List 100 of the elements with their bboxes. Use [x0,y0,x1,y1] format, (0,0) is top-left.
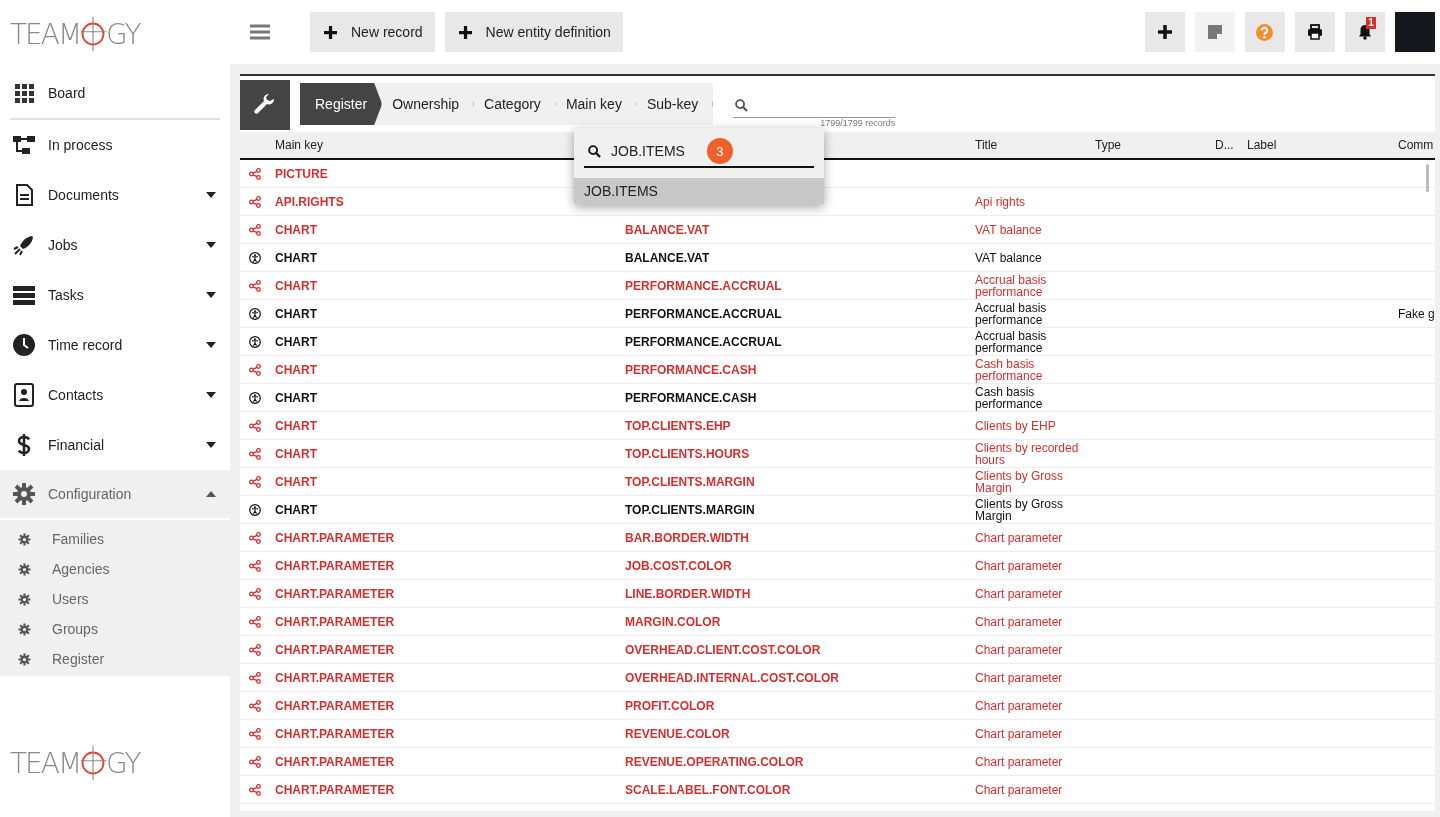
share-icon [249,475,261,488]
table-cell: Fake g [1398,306,1435,321]
table-cell-text: CHART [275,447,318,460]
menu-icon[interactable] [250,24,270,40]
caret-icon [206,392,216,398]
nav-subitem[interactable]: Register [0,644,230,674]
table-cell: Chart parameter [975,754,1063,769]
table-cell-text: CHART [275,279,318,292]
nav-subitem[interactable]: Users [0,584,230,614]
contact-card-icon [12,383,36,407]
add-button[interactable] [1144,12,1185,52]
scrollbar-thumb[interactable] [1425,164,1429,192]
table-cell-text: CHART.PARAMETER [275,531,396,544]
help-button[interactable] [1244,12,1285,52]
toolbar-button[interactable]: New entity definition [444,12,623,52]
table-cell: Clients by recorded hours [975,440,1079,467]
column-header[interactable]: Comm [1398,138,1435,152]
avatar-photo-placeholder[interactable] [1394,12,1435,52]
nav-subitem[interactable]: Families [0,524,230,554]
nav-subitem[interactable]: Agencies [0,554,230,584]
table-cell: PERFORMANCE.CASH [625,362,757,377]
column-header[interactable]: D... [1215,138,1247,152]
share-icon [249,559,261,572]
accessibility-icon [249,503,261,516]
table-cell: Api rights [975,194,1026,209]
table-cell-text: PICTURE [275,167,329,180]
breadcrumb-tab[interactable]: Register [300,83,383,125]
table-cell: Chart parameter [975,670,1063,685]
share-icon [249,167,261,180]
search-icon [735,99,749,112]
nav-subitem[interactable]: Groups [0,614,230,644]
caret-icon [206,292,216,298]
table-cell: VAT balance [975,250,1042,265]
count-badge: 3 [706,138,733,164]
table-cell-text: CHART.PARAMETER [275,783,396,796]
table-cell: Accrual basis performance [975,328,1047,355]
plus-icon [458,25,472,39]
table-cell: SCALE.LABEL.FONT.COLOR [625,782,791,797]
column-header[interactable]: Title [975,138,1095,152]
nav-item[interactable]: In process [0,120,230,170]
share-icon [249,615,261,628]
table-cell: Chart parameter [975,558,1063,573]
nav-item[interactable]: Tasks [0,270,230,320]
table-cell-text: CHART [275,223,318,236]
table-cell: Clients by Gross Margin [975,496,1064,523]
table-cell: Chart parameter [975,614,1063,629]
nav-item[interactable]: Jobs [0,220,230,270]
nav-item[interactable]: Financial [0,420,230,470]
table-cell: Accrual basis performance [975,272,1047,299]
table-cell-text: CHART [275,503,318,516]
share-icon [249,531,261,544]
column-header[interactable]: Label [1247,138,1398,152]
toolbar-button[interactable]: New record [310,12,435,52]
accessibility-icon [249,307,261,320]
nav-item[interactable]: Contacts [0,370,230,420]
hierarchy-icon [12,133,36,157]
nav-item[interactable]: Configuration [0,470,230,520]
table-cell: Chart parameter [975,782,1063,797]
table-cell: PERFORMANCE.ACCRUAL [625,306,782,321]
share-icon [249,363,261,376]
caret-icon [206,192,216,198]
table-cell: Clients by EHP [975,418,1056,433]
accessibility-icon [249,391,261,404]
notifications-button[interactable]: 1 [1344,12,1385,52]
table-cell: TOP.CLIENTS.MARGIN [625,502,755,517]
table-cell-text: CHART.PARAMETER [275,755,396,768]
table-cell: TOP.CLIENTS.MARGIN [625,474,755,489]
share-icon [249,223,261,236]
nav-item[interactable]: Time record [0,320,230,370]
share-icon [249,783,261,796]
bell-icon [1357,24,1372,40]
teamogy-logo: TEAM GY [10,744,140,783]
nav-item[interactable]: Board [0,68,230,118]
table-cell: Cash basis performance [975,384,1043,411]
table-cell-text: CHART [275,391,318,404]
notification-badge: 1 [1366,17,1376,29]
table-cell: Chart parameter [975,530,1063,545]
help-icon [1256,23,1274,41]
table-cell-text: CHART [275,251,318,264]
caret-icon [206,491,216,497]
gear-icon [18,592,31,606]
table-cell: LINE.BORDER.WIDTH [625,586,751,601]
table-cell: TOP.CLIENTS.HOURS [625,446,750,461]
nav-item[interactable]: Documents [0,170,230,220]
column-header[interactable]: Type [1095,138,1215,152]
share-icon [249,727,261,740]
table-cell-text: CHART.PARAMETER [275,643,396,656]
print-button[interactable] [1294,12,1335,52]
table-cell: Chart parameter [975,642,1063,657]
table-cell: REVENUE.OPERATING.COLOR [625,754,804,769]
table-cell-text: CHART.PARAMETER [275,727,396,740]
table-cell: Cash basis performance [975,356,1043,383]
dropdown-option[interactable]: JOB.ITEMS [574,178,824,204]
table-cell-text: CHART.PARAMETER [275,587,396,600]
gear-icon [18,652,31,666]
gear-icon [12,482,36,506]
teamogy-logo: TEAM GY [10,15,140,54]
printer-icon [1306,24,1323,40]
filter-search-field[interactable]: JOB.ITEMS 3 [584,136,814,168]
table-cell-text: CHART [275,475,318,488]
